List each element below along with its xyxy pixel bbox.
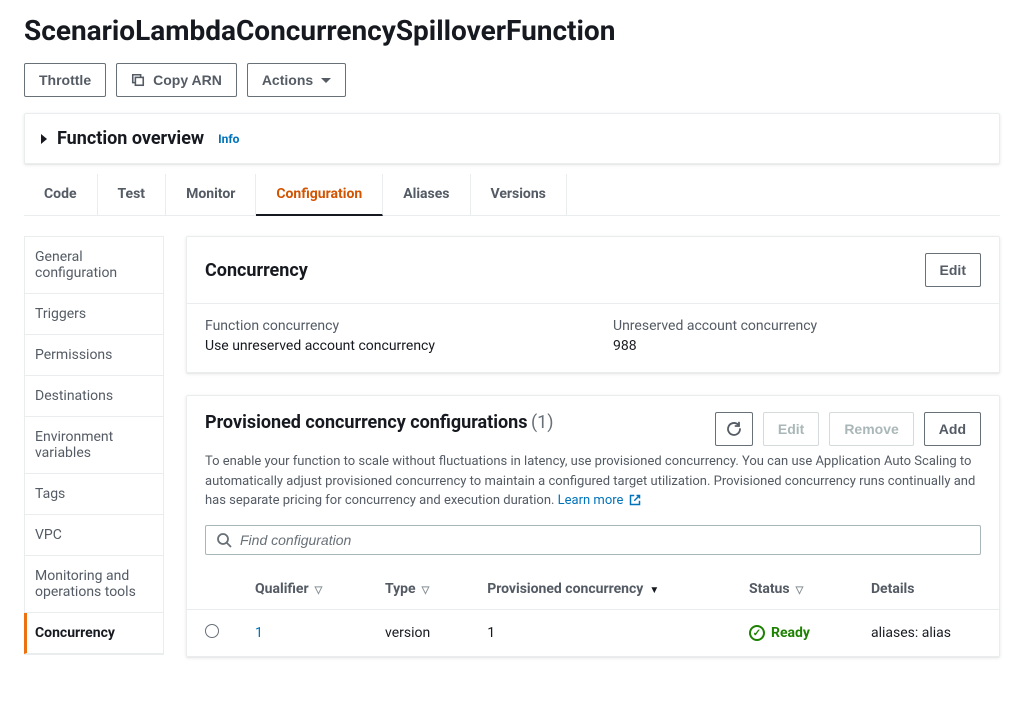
status-badge: ✓ Ready: [749, 625, 810, 641]
sidenav-destinations[interactable]: Destinations: [25, 376, 163, 417]
concurrency-edit-button[interactable]: Edit: [925, 253, 981, 287]
search-icon: [216, 532, 232, 548]
sidenav-monitoring[interactable]: Monitoring and operations tools: [25, 556, 163, 613]
throttle-button[interactable]: Throttle: [24, 63, 106, 97]
copy-arn-button[interactable]: Copy ARN: [116, 63, 237, 97]
col-type[interactable]: Type▽: [367, 569, 469, 610]
tab-configuration[interactable]: Configuration: [256, 174, 383, 216]
unreserved-label: Unreserved account concurrency: [613, 318, 981, 334]
provisioned-add-button[interactable]: Add: [924, 412, 981, 446]
fn-concurrency-label: Function concurrency: [205, 318, 573, 334]
sort-icon: ▽: [315, 585, 323, 596]
sidenav-env-vars[interactable]: Environment variables: [25, 417, 163, 474]
page-title: ScenarioLambdaConcurrencySpilloverFuncti…: [24, 0, 1000, 63]
copy-icon: [131, 73, 145, 87]
col-details: Details: [853, 569, 999, 610]
external-link-icon: [629, 494, 641, 506]
tab-versions[interactable]: Versions: [471, 174, 567, 215]
provisioned-table: Qualifier▽ Type▽ Provisioned concurrency…: [187, 569, 999, 656]
function-overview-title: Function overview: [57, 128, 204, 149]
tab-code[interactable]: Code: [24, 174, 98, 215]
sidenav-permissions[interactable]: Permissions: [25, 335, 163, 376]
tab-test[interactable]: Test: [98, 174, 167, 215]
filter-box[interactable]: [205, 525, 981, 555]
tabs: Code Test Monitor Configuration Aliases …: [24, 174, 1000, 216]
row-type: version: [367, 609, 469, 656]
info-link[interactable]: Info: [218, 132, 239, 146]
sidenav-triggers[interactable]: Triggers: [25, 294, 163, 335]
row-provisioned: 1: [469, 609, 731, 656]
provisioned-panel: Provisioned concurrency configurations (…: [186, 395, 1000, 657]
table-row[interactable]: 1 version 1 ✓ Ready aliases: alias: [187, 609, 999, 656]
refresh-icon: [726, 421, 742, 437]
provisioned-title: Provisioned concurrency configurations: [205, 412, 528, 433]
fn-concurrency-value: Use unreserved account concurrency: [205, 338, 573, 354]
config-sidenav: General configuration Triggers Permissio…: [24, 236, 164, 655]
sidenav-tags[interactable]: Tags: [25, 474, 163, 515]
provisioned-count: (1): [531, 412, 554, 433]
sidenav-general[interactable]: General configuration: [25, 237, 163, 294]
copy-arn-label: Copy ARN: [153, 70, 222, 90]
col-select: [187, 569, 237, 610]
provisioned-remove-button[interactable]: Remove: [829, 412, 913, 446]
col-status[interactable]: Status▽: [731, 569, 853, 610]
function-overview-panel: Function overview Info: [24, 113, 1000, 164]
row-radio[interactable]: [205, 624, 219, 638]
actions-label: Actions: [262, 70, 313, 90]
concurrency-title: Concurrency: [205, 260, 308, 281]
provisioned-description: To enable your function to scale without…: [187, 452, 999, 525]
tab-aliases[interactable]: Aliases: [383, 174, 470, 215]
check-circle-icon: ✓: [749, 625, 765, 641]
sort-icon: ▽: [796, 585, 804, 596]
caret-right-icon: [41, 134, 47, 144]
provisioned-edit-button[interactable]: Edit: [763, 412, 819, 446]
col-qualifier[interactable]: Qualifier▽: [237, 569, 367, 610]
row-details: aliases: alias: [853, 609, 999, 656]
toolbar: Throttle Copy ARN Actions: [24, 63, 1000, 97]
col-provisioned[interactable]: Provisioned concurrency▼: [469, 569, 731, 610]
chevron-down-icon: [321, 78, 331, 83]
actions-button[interactable]: Actions: [247, 63, 346, 97]
sidenav-concurrency[interactable]: Concurrency: [24, 613, 163, 654]
unreserved-value: 988: [613, 338, 981, 354]
sidenav-vpc[interactable]: VPC: [25, 515, 163, 556]
learn-more-link[interactable]: Learn more: [558, 493, 641, 508]
function-overview-toggle[interactable]: Function overview Info: [41, 128, 983, 149]
qualifier-link[interactable]: 1: [255, 625, 263, 641]
tab-monitor[interactable]: Monitor: [166, 174, 256, 215]
concurrency-panel: Concurrency Edit Function concurrency Us…: [186, 236, 1000, 373]
sort-icon: ▽: [422, 585, 430, 596]
sort-down-icon: ▼: [649, 585, 659, 596]
filter-input[interactable]: [240, 532, 970, 548]
refresh-button[interactable]: [715, 412, 753, 446]
